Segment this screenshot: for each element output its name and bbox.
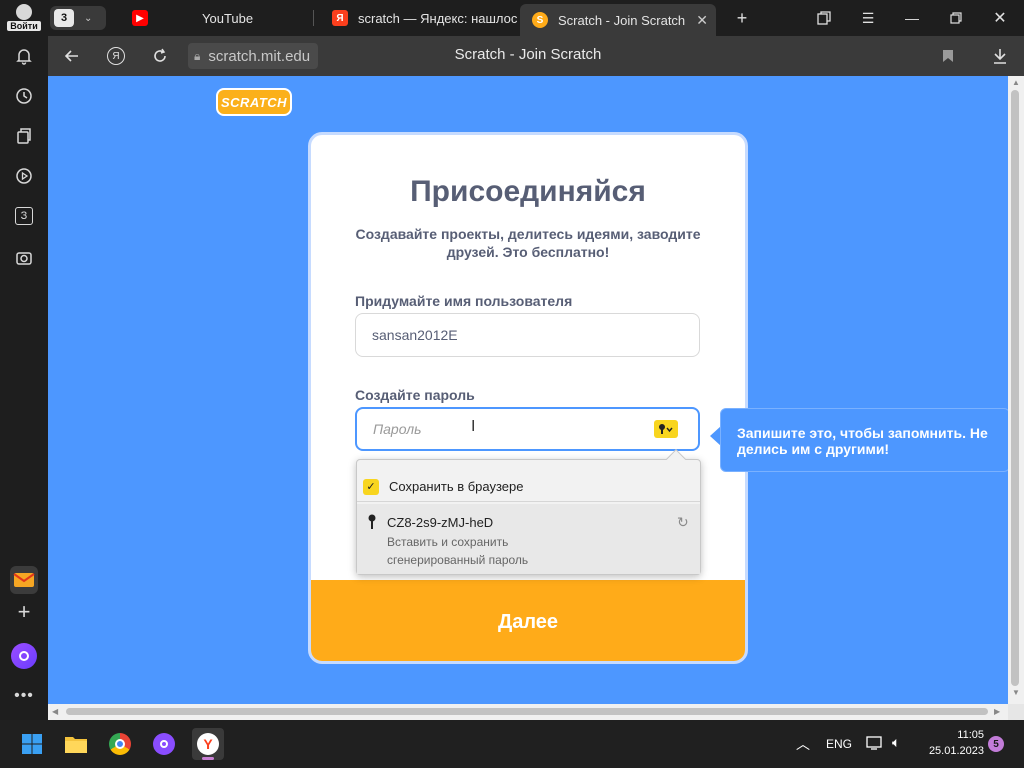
- close-window-button[interactable]: ✕: [986, 6, 1014, 30]
- network-icon[interactable]: [866, 735, 884, 756]
- password-input[interactable]: Пароль I: [355, 407, 700, 451]
- password-placeholder: Пароль: [373, 421, 422, 437]
- password-key-icon[interactable]: [654, 420, 678, 438]
- tab-youtube[interactable]: ▶ YouTube: [132, 4, 312, 32]
- volume-icon[interactable]: 🔈︎: [892, 734, 900, 751]
- save-label: Сохранить в браузере: [389, 479, 524, 494]
- file-explorer-icon[interactable]: [60, 728, 92, 760]
- scratch-logo[interactable]: SCRATCH: [216, 88, 292, 116]
- scroll-up-icon[interactable]: ▲: [1012, 78, 1020, 87]
- horizontal-scroll-thumb[interactable]: [66, 708, 988, 715]
- page-content: SCRATCH Присоединяйся Создавайте проекты…: [48, 76, 1008, 704]
- tray-chevron-up-icon[interactable]: ︿: [796, 734, 810, 754]
- chrome-icon[interactable]: [104, 728, 136, 760]
- horizontal-scrollbar[interactable]: ◀ ▶: [48, 704, 1008, 720]
- generated-password-description: Вставить и сохранить сгенерированный пар…: [387, 535, 529, 567]
- active-app-indicator: [202, 757, 214, 760]
- tabs-overview-icon[interactable]: [810, 6, 838, 30]
- password-manager-dropdown: ✓ Сохранить в браузере CZ8-2s9-zMJ-heD В…: [356, 449, 701, 575]
- more-icon[interactable]: •••: [10, 682, 38, 710]
- yandex-browser-icon[interactable]: Y: [192, 728, 224, 760]
- scroll-down-icon[interactable]: ▼: [1012, 688, 1020, 697]
- password-label: Создайте пароль: [355, 387, 475, 403]
- vertical-scroll-thumb[interactable]: [1011, 90, 1019, 686]
- tab-label: Scratch - Join Scratch: [558, 12, 686, 28]
- tab-bar: 3 ⌄ ▶ YouTube Я scratch — Яндекс: нашлос…: [48, 0, 1024, 36]
- username-label: Придумайте имя пользователя: [355, 293, 573, 309]
- scroll-right-icon[interactable]: ▶: [994, 707, 1000, 716]
- history-icon[interactable]: [10, 82, 38, 110]
- scratch-icon: S: [532, 12, 548, 28]
- browser-sidebar: Войти З + •••: [0, 0, 48, 720]
- zen-icon[interactable]: З: [10, 202, 38, 230]
- tab-scratch-join[interactable]: S Scratch - Join Scratch ✕: [520, 4, 716, 36]
- login-button[interactable]: Войти: [6, 4, 42, 34]
- yandex-home-icon[interactable]: Я: [104, 44, 128, 68]
- download-icon[interactable]: [988, 44, 1012, 68]
- clock-time[interactable]: 11:05: [948, 729, 984, 741]
- tab-label: YouTube: [202, 10, 254, 26]
- bell-icon[interactable]: [10, 42, 38, 70]
- windows-start-icon[interactable]: [16, 728, 48, 760]
- save-in-browser-option[interactable]: ✓ Сохранить в браузере: [357, 472, 700, 502]
- yandex-icon: Я: [332, 10, 348, 26]
- join-card: Присоединяйся Создавайте проекты, делите…: [308, 132, 748, 664]
- restore-button[interactable]: [942, 6, 970, 30]
- username-input[interactable]: sansan2012E: [355, 313, 700, 357]
- login-label: Войти: [7, 21, 41, 31]
- mail-icon[interactable]: [10, 566, 38, 594]
- screenshot-icon[interactable]: [10, 244, 38, 272]
- next-button[interactable]: Далее: [311, 580, 745, 661]
- save-checkbox[interactable]: ✓: [363, 478, 379, 495]
- play-icon[interactable]: [10, 162, 38, 190]
- user-avatar-icon: [16, 4, 32, 20]
- alice-icon[interactable]: [10, 642, 38, 670]
- reload-button[interactable]: [148, 44, 172, 68]
- scrollbar-corner: [1008, 704, 1024, 720]
- minimize-button[interactable]: —: [898, 6, 926, 30]
- join-title: Присоединяйся: [410, 175, 646, 208]
- generated-password-option[interactable]: CZ8-2s9-zMJ-heD Вставить и сохранить сге…: [357, 504, 700, 574]
- url-text: scratch.mit.edu: [208, 47, 311, 65]
- chevron-down-icon: ⌄: [84, 12, 93, 24]
- refresh-icon[interactable]: ↻: [677, 514, 689, 531]
- lock-icon[interactable]: 🔒︎: [194, 49, 200, 64]
- youtube-icon: ▶: [132, 10, 148, 26]
- tab-label: scratch — Яндекс: нашлось: [358, 10, 518, 26]
- tab-divider: [313, 10, 314, 26]
- menu-icon[interactable]: ☰: [854, 6, 882, 30]
- scroll-left-icon[interactable]: ◀: [52, 707, 58, 716]
- language-indicator[interactable]: ENG: [826, 737, 852, 751]
- zen-label: З: [15, 207, 33, 225]
- tab-group-switcher[interactable]: 3 ⌄: [50, 6, 106, 30]
- notification-badge[interactable]: 5: [988, 736, 1004, 752]
- tab-count-badge: 3: [54, 9, 74, 27]
- add-icon[interactable]: +: [10, 598, 38, 626]
- tab-yandex-search[interactable]: Я scratch — Яндекс: нашлось: [332, 4, 518, 32]
- windows-taskbar: Y ︿ ENG 🔈︎ 11:05 25.01.2023: [0, 720, 1024, 768]
- back-button[interactable]: [60, 44, 84, 68]
- join-subtitle: Создавайте проекты, делитесь идеями, зав…: [355, 226, 701, 260]
- close-tab-icon[interactable]: ✕: [696, 12, 708, 29]
- generated-password: CZ8-2s9-zMJ-heD: [387, 515, 494, 530]
- password-tooltip: Запишите это, чтобы запомнить. Не делись…: [720, 408, 1008, 472]
- collections-icon[interactable]: [10, 122, 38, 150]
- new-tab-button[interactable]: +: [728, 6, 756, 30]
- text-cursor-icon: I: [471, 418, 476, 435]
- bookmark-icon[interactable]: [936, 44, 960, 68]
- url-field[interactable]: 🔒︎ scratch.mit.edu: [188, 43, 319, 69]
- address-bar: Я 🔒︎ scratch.mit.edu Scratch - Join Scra…: [48, 36, 1024, 76]
- clock-date[interactable]: 25.01.2023: [920, 745, 984, 757]
- key-icon: [367, 514, 377, 530]
- page-title: Scratch - Join Scratch: [454, 46, 602, 63]
- alice-taskbar-icon[interactable]: [148, 728, 180, 760]
- vertical-scrollbar[interactable]: ▲ ▼: [1008, 76, 1024, 704]
